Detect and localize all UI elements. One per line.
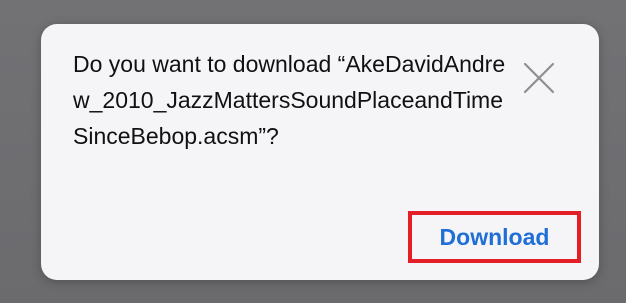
close-button[interactable] — [519, 58, 559, 98]
close-icon — [519, 58, 559, 98]
download-button[interactable]: Download — [408, 211, 581, 263]
download-prompt-message: Do you want to download “AkeDavidAndrew_… — [73, 51, 506, 149]
download-prompt-dialog: Do you want to download “AkeDavidAndrew_… — [41, 24, 599, 280]
